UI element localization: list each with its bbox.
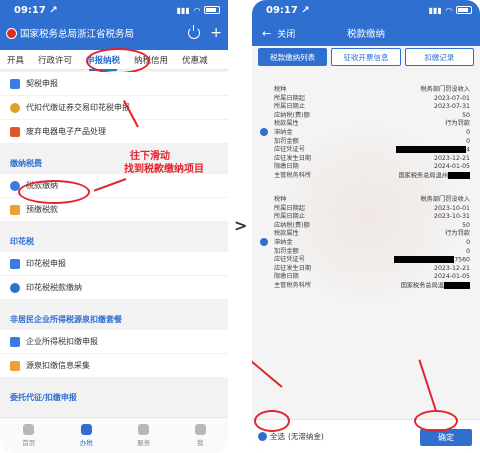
right-header: 09:17 ↗ ▮▮▮ ◠ 税款缴纳 ← 关闭: [252, 0, 480, 46]
close-button[interactable]: 关闭: [277, 27, 295, 40]
redacted-block: [396, 146, 467, 154]
list-item-deed-tax[interactable]: 契税申报: [0, 72, 228, 96]
coin-icon: [10, 282, 20, 293]
payment-tabs: 税款缴纳列表 征收开票信息 扣缴记录: [258, 48, 474, 66]
form-icon: [10, 360, 20, 371]
payment-record-2[interactable]: 税种 税务部门罚没收入 所属日期起 2023-10-01 所属日期止 2023-10-…: [258, 196, 474, 291]
list-item-withholding-info[interactable]: 源泉扣缴信息采集: [0, 354, 228, 378]
status-time: 09:17: [14, 4, 46, 16]
redacted-block: [394, 256, 455, 264]
stamp-icon: [10, 102, 20, 113]
location-arrow-icon: ↗: [301, 4, 310, 16]
document-icon: [10, 336, 20, 347]
annotation-arrow-confirm: [418, 359, 437, 412]
money-icon: [10, 204, 20, 215]
right-phone-screen: 09:17 ↗ ▮▮▮ ◠ 税款缴纳 ← 关闭 税款缴纳列表 征收开票信息 扣缴…: [252, 0, 480, 453]
tab-admin-license[interactable]: 行政许可: [31, 54, 79, 66]
section-nonresident: 非居民企业所得税源泉扣缴套餐: [0, 308, 228, 330]
highlight-ellipse-payment: [18, 180, 90, 204]
battery-icon: [456, 6, 472, 14]
service-list: 契税申报 代扣代缴证券交易印花税申报 废弃电器电子产品处理 缴纳税费 税款缴纳 …: [0, 72, 228, 408]
tab-invoice-info[interactable]: 征收开票信息: [331, 48, 401, 66]
tab-preferential[interactable]: 优惠减: [175, 54, 215, 66]
list-item-stamp-duty-securities[interactable]: 代扣代缴证券交易印花税申报: [0, 96, 228, 120]
highlight-ellipse-confirm: [414, 410, 458, 432]
document-icon: [10, 78, 20, 89]
next-step-arrow: >: [234, 216, 248, 235]
tab-deduction-records[interactable]: 扣缴记录: [404, 48, 474, 66]
nav-service[interactable]: 服务: [137, 424, 150, 447]
list-item-withholding-filing[interactable]: 企业所得税扣缴申报: [0, 330, 228, 354]
section-stamp-tax: 印花税: [0, 230, 228, 252]
status-bar: 09:17 ↗ ▮▮▮ ◠: [252, 0, 480, 20]
select-all-checkbox-icon[interactable]: [258, 432, 267, 441]
home-icon: [23, 424, 35, 435]
list-item-stamp-filing[interactable]: 印花税申报: [0, 252, 228, 276]
tab-payment-list[interactable]: 税款缴纳列表: [258, 48, 328, 66]
user-icon: [194, 424, 206, 435]
section-agency: 委托代征/扣缴申报: [0, 386, 228, 408]
document-icon: [10, 258, 20, 269]
tax-bureau-logo-icon: [6, 27, 17, 39]
highlight-ellipse-select-all: [254, 410, 290, 432]
highlight-ellipse-tab: [86, 48, 150, 74]
nav-me[interactable]: 我: [194, 424, 206, 447]
header-title: 国家税务总局浙江省税务局: [20, 29, 135, 40]
redacted-block: [444, 281, 470, 289]
battery-icon: [204, 6, 220, 14]
select-all-label[interactable]: 全选: [270, 431, 285, 442]
list-item-waste-electronics[interactable]: 废弃电器电子产品处理: [0, 120, 228, 144]
status-bar: 09:17 ↗ ▮▮▮ ◠: [0, 0, 228, 20]
wifi-icon: ◠: [193, 5, 200, 15]
status-time: 09:17: [266, 4, 298, 16]
left-phone-screen: 09:17 ↗ ▮▮▮ ◠ 国家税务总局浙江省税务局 + 开具 行政许可 申报纳…: [0, 0, 228, 453]
add-icon[interactable]: +: [210, 25, 222, 41]
select-all-note: (无滞纳金): [288, 432, 324, 441]
tab-invoice[interactable]: 开具: [0, 54, 31, 66]
payment-record-1[interactable]: 税种 税务部门罚没收入 所属日期起 2023-07-01 所属日期止 2023-07-…: [258, 86, 474, 181]
annotation-arrow-select: [252, 347, 283, 388]
signal-icon: ▮▮▮: [428, 5, 442, 15]
nav-tax-service[interactable]: 办税: [80, 424, 93, 447]
annotation-text: 往下滑动 找到税款缴纳项目: [124, 151, 204, 175]
redacted-block: [448, 171, 470, 179]
power-icon[interactable]: [188, 25, 201, 39]
recycle-icon: [10, 126, 20, 137]
nav-home[interactable]: 首页: [22, 424, 35, 447]
tutorial-screenshot: 09:17 ↗ ▮▮▮ ◠ 国家税务总局浙江省税务局 + 开具 行政许可 申报纳…: [0, 0, 480, 453]
bottom-nav: 首页 办税 服务 我: [0, 417, 228, 453]
briefcase-icon: [80, 424, 92, 435]
left-header: 09:17 ↗ ▮▮▮ ◠ 国家税务总局浙江省税务局 +: [0, 0, 228, 50]
checkbox-checked-icon[interactable]: [260, 128, 268, 136]
signal-icon: ▮▮▮: [176, 5, 190, 15]
list-item-stamp-payment[interactable]: 印花税税款缴纳: [0, 276, 228, 300]
wifi-icon: ◠: [445, 5, 452, 15]
service-icon: [138, 424, 150, 435]
checkbox-checked-icon[interactable]: [260, 238, 268, 246]
location-arrow-icon: ↗: [49, 4, 58, 16]
confirm-button[interactable]: 确定: [420, 429, 472, 446]
